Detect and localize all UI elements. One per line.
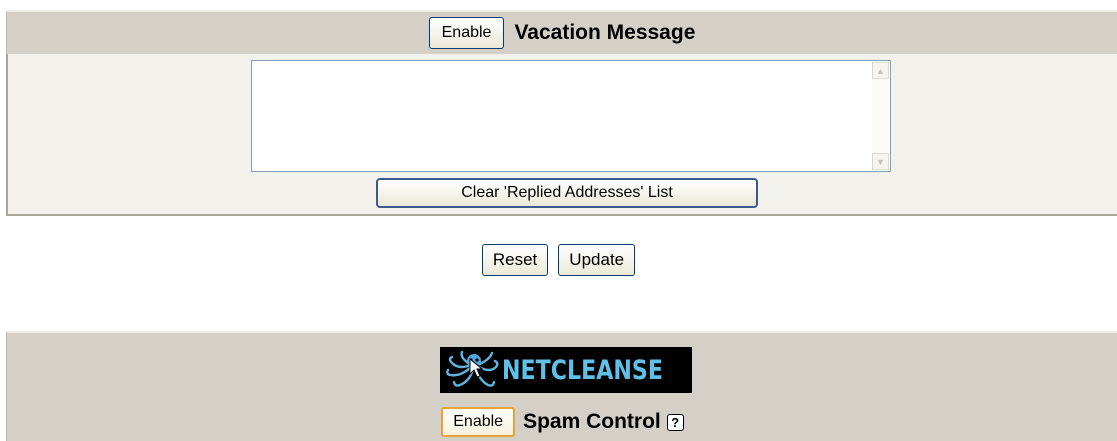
logo-text: NETCLEANSE xyxy=(502,354,663,386)
vacation-message-textarea[interactable]: ▲ ▼ xyxy=(251,60,891,172)
page: Enable Vacation Message ▲ ▼ Clear 'Repli… xyxy=(0,0,1117,441)
netcleanse-logo: NETCLEANSE xyxy=(440,347,692,393)
scroll-down-icon[interactable]: ▼ xyxy=(872,153,889,170)
spam-control-row: Enable Spam Control ? xyxy=(7,407,1117,437)
spam-enable-button[interactable]: Enable xyxy=(441,407,516,437)
vacation-enable-button[interactable]: Enable xyxy=(428,17,505,49)
reset-button[interactable]: Reset xyxy=(481,244,549,276)
textarea-scrollbar[interactable]: ▲ ▼ xyxy=(872,62,889,170)
vacation-body: ▲ ▼ Clear 'Replied Addresses' List xyxy=(6,54,1117,216)
spam-control-section: NETCLEANSE Enable Spam Control ? xyxy=(6,331,1117,441)
update-button[interactable]: Update xyxy=(558,244,636,276)
form-actions: Reset Update xyxy=(0,244,1117,276)
clear-replied-addresses-button[interactable]: Clear 'Replied Addresses' List xyxy=(376,178,758,208)
scroll-up-icon[interactable]: ▲ xyxy=(872,62,889,79)
octopus-icon xyxy=(440,347,502,393)
spam-control-title: Spam Control xyxy=(523,410,661,433)
vacation-header: Enable Vacation Message xyxy=(6,10,1117,54)
help-icon[interactable]: ? xyxy=(666,413,684,431)
vacation-title: Vacation Message xyxy=(514,21,696,44)
